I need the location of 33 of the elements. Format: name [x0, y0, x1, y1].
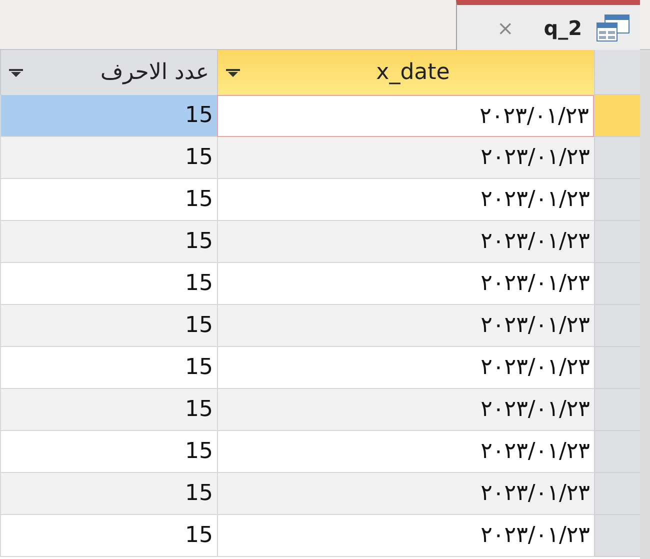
- tab-title: q_2: [544, 14, 582, 42]
- query-icon: [596, 14, 630, 42]
- table-cell: 15: [0, 95, 217, 137]
- record-selector[interactable]: [594, 305, 640, 347]
- table-cell: ٢٠٢٣/٠١/٢٣: [217, 473, 594, 515]
- record-selector[interactable]: [594, 431, 640, 473]
- document-tab[interactable]: q_2 ×: [456, 0, 640, 50]
- column-header[interactable]: x_date: [217, 50, 594, 95]
- record-selector[interactable]: [594, 221, 640, 263]
- table-cell: ٢٠٢٣/٠١/٢٣: [217, 305, 594, 347]
- dropdown-arrow-icon[interactable]: [9, 68, 23, 76]
- table-cell: 15: [0, 137, 217, 179]
- record-selector[interactable]: [594, 515, 640, 557]
- table-cell: 15: [0, 305, 217, 347]
- table-cell: 15: [0, 473, 217, 515]
- table-cell: 15: [0, 389, 217, 431]
- record-selector[interactable]: [594, 95, 640, 137]
- record-selector[interactable]: [594, 389, 640, 431]
- table-cell: 15: [0, 221, 217, 263]
- table-cell: ٢٠٢٣/٠١/٢٣: [217, 137, 594, 179]
- table-cell: 15: [0, 515, 217, 557]
- column-header[interactable]: عدد الاحرف: [0, 50, 217, 95]
- table-cell: ٢٠٢٣/٠١/٢٣: [217, 95, 594, 137]
- record-selector[interactable]: [594, 263, 640, 305]
- record-selector[interactable]: [594, 137, 640, 179]
- dropdown-arrow-icon[interactable]: [226, 68, 240, 76]
- select-all-corner[interactable]: [594, 50, 640, 95]
- record-selector[interactable]: [594, 347, 640, 389]
- table-cell: ٢٠٢٣/٠١/٢٣: [217, 389, 594, 431]
- table-cell: ٢٠٢٣/٠١/٢٣: [217, 515, 594, 557]
- record-selector[interactable]: [594, 179, 640, 221]
- record-selector[interactable]: [594, 473, 640, 515]
- table-cell: ٢٠٢٣/٠١/٢٣: [217, 221, 594, 263]
